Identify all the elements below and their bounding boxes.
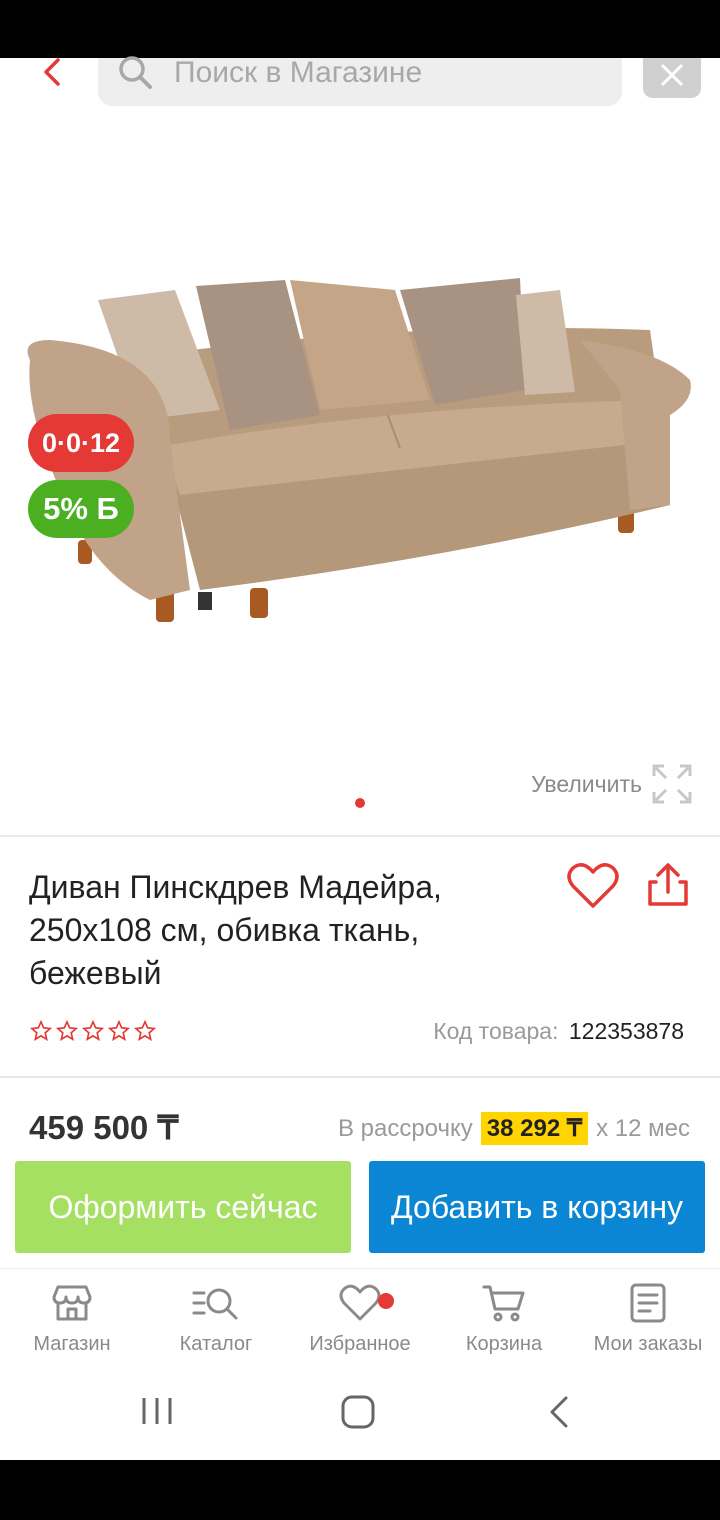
heart-icon — [339, 1284, 381, 1321]
recent-apps-button[interactable] — [140, 1394, 174, 1433]
share-icon — [648, 863, 688, 906]
zoom-label: Увеличить — [531, 770, 642, 797]
installment-info[interactable]: В рассрочку 38 292 ₸ x 12 мес — [338, 1112, 690, 1145]
sku-label: Код товара: — [433, 1018, 559, 1044]
nav-label: Каталог — [179, 1333, 253, 1355]
heart-icon — [567, 863, 619, 908]
product-title: Диван Пинскдрев Мадейра, 250x108 см, оби… — [29, 869, 442, 991]
star-icon — [82, 1020, 104, 1041]
recent-apps-icon — [142, 1398, 172, 1424]
chevron-left-icon — [550, 1396, 568, 1428]
installment-badge: 0·0·12 — [28, 414, 134, 472]
store-icon — [52, 1285, 92, 1321]
bonus-badge: 5% Б — [28, 480, 134, 538]
system-back-button[interactable] — [546, 1394, 572, 1435]
nav-item-orders[interactable]: Мои заказы — [576, 1283, 720, 1356]
back-button[interactable] — [30, 58, 74, 94]
star-icon — [56, 1020, 78, 1041]
price: 459 500 ₸ — [29, 1109, 179, 1146]
close-button[interactable] — [643, 58, 701, 98]
nav-item-store[interactable]: Магазин — [0, 1283, 144, 1356]
installment-amount: 38 292 ₸ — [480, 1112, 589, 1145]
expand-icon — [652, 764, 692, 804]
system-nav-bar — [0, 1372, 720, 1460]
sku-value: 122353878 — [568, 1018, 684, 1044]
star-icon — [30, 1020, 52, 1041]
nav-item-favorites[interactable]: Избранное — [288, 1283, 432, 1356]
installment-prefix: В рассрочку — [337, 1114, 473, 1142]
rating-stars[interactable] — [30, 1020, 156, 1042]
nav-label: Избранное — [309, 1333, 411, 1355]
share-button[interactable] — [646, 862, 690, 913]
bottom-bezel — [0, 1460, 720, 1520]
nav-label: Мои заказы — [593, 1333, 703, 1355]
home-button[interactable] — [340, 1394, 376, 1435]
close-icon — [660, 63, 684, 87]
notification-dot — [378, 1293, 394, 1309]
search-placeholder: Поиск в Магазине — [174, 56, 423, 89]
buy-now-button[interactable]: Оформить сейчас — [15, 1161, 351, 1253]
divider — [0, 1076, 720, 1078]
nav-item-catalog[interactable]: Каталог — [144, 1283, 288, 1356]
sku: Код товара: 122353878 — [433, 1018, 684, 1045]
installment-suffix: x 12 мес — [596, 1114, 690, 1142]
home-icon — [341, 1395, 375, 1429]
nav-label: Магазин — [33, 1333, 111, 1355]
search-input[interactable]: Поиск в Магазине — [98, 56, 622, 106]
chevron-left-icon — [44, 58, 60, 86]
cart-icon — [482, 1285, 525, 1322]
zoom-button[interactable]: Увеличить — [531, 764, 692, 804]
catalog-search-icon — [192, 1288, 238, 1320]
divider — [0, 835, 720, 837]
star-icon — [134, 1020, 156, 1041]
gallery-page-indicator — [355, 798, 365, 808]
star-icon — [108, 1020, 130, 1041]
search-icon — [119, 56, 152, 89]
add-to-cart-button[interactable]: Добавить в корзину — [369, 1161, 705, 1253]
nav-item-cart[interactable]: Корзина — [432, 1283, 576, 1356]
bottom-nav: Магазин Каталог Избранное Корзина Мои за… — [0, 1268, 720, 1372]
status-bar — [0, 0, 720, 58]
nav-label: Корзина — [465, 1333, 543, 1355]
orders-icon — [630, 1283, 666, 1323]
top-bar: Поиск в Магазине — [0, 56, 720, 110]
favorite-button[interactable] — [567, 862, 619, 915]
